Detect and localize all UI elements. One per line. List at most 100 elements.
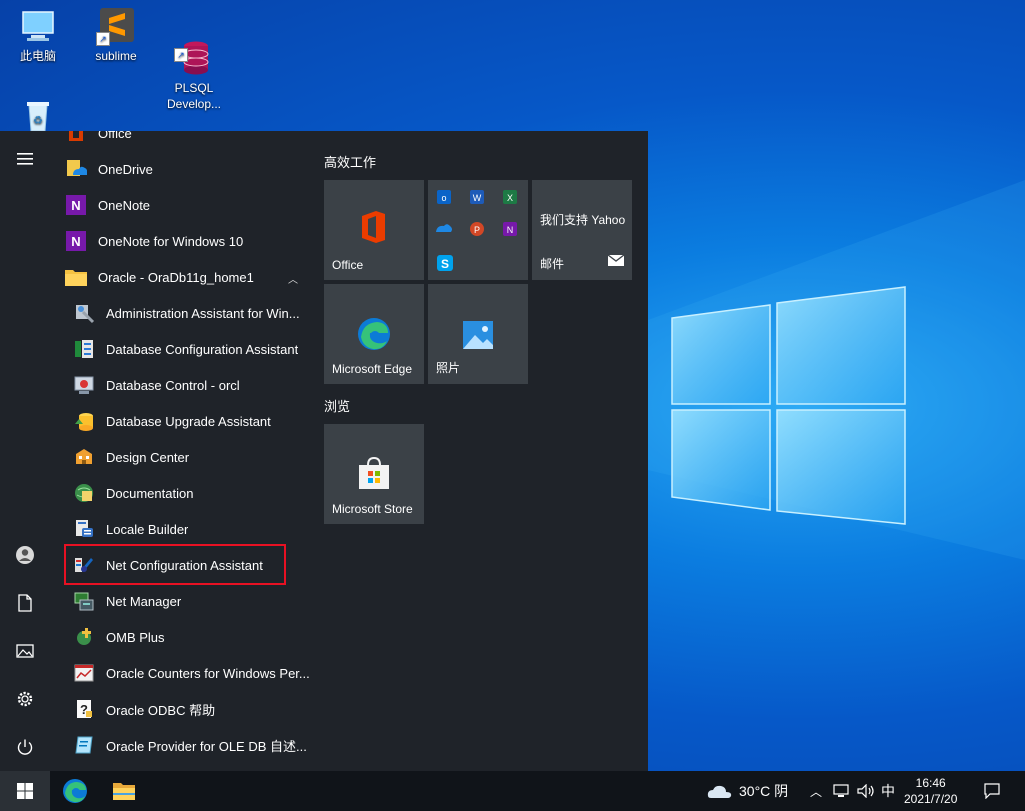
app-db-config[interactable]: Database Configuration Assistant — [50, 331, 310, 367]
app-label: Database Configuration Assistant — [106, 341, 299, 357]
app-label: OMB Plus — [106, 629, 165, 645]
office-icon — [358, 210, 388, 249]
svg-text:P: P — [474, 225, 480, 235]
user-account-icon[interactable] — [13, 543, 37, 567]
app-label: Oracle Counters for Windows Per... — [106, 665, 310, 681]
app-label: Oracle Provider for OLE DB 自述... — [106, 738, 307, 754]
hamburger-menu-icon[interactable] — [13, 147, 37, 171]
edge-icon — [63, 779, 87, 803]
app-label: Locale Builder — [106, 521, 189, 537]
tile-office-apps-group[interactable]: o W X P N S — [428, 180, 528, 280]
app-label: Office — [98, 131, 132, 141]
pictures-icon[interactable] — [13, 639, 37, 663]
net-manager-icon — [72, 589, 96, 613]
clock-date: 2021/7/20 — [904, 792, 958, 806]
svg-text:N: N — [71, 198, 80, 213]
settings-gear-icon[interactable] — [13, 687, 37, 711]
ole-db-icon — [72, 733, 96, 757]
weather-widget[interactable]: 30°C 阴 — [707, 771, 788, 811]
svg-text:o: o — [441, 193, 446, 203]
start-menu: Office OneDrive N OneNote N OneNote for … — [0, 131, 648, 771]
desktop-icon-this-pc[interactable]: 此电脑 — [2, 8, 74, 64]
tile-label: 邮件 — [540, 257, 565, 271]
app-odbc-help[interactable]: ? Oracle ODBC 帮助 — [50, 691, 310, 727]
edge-icon — [357, 317, 391, 356]
app-omb-plus[interactable]: OMB Plus — [50, 619, 310, 655]
app-onenote[interactable]: N OneNote — [50, 187, 310, 223]
app-folder-oracle[interactable]: Oracle - OraDb11g_home1 ︿ — [50, 259, 310, 295]
app-onedrive[interactable]: OneDrive — [50, 151, 310, 187]
show-hidden-icons[interactable]: ︿ — [810, 771, 822, 811]
power-icon[interactable] — [13, 735, 37, 759]
documents-icon[interactable] — [13, 591, 37, 615]
start-button[interactable] — [0, 771, 50, 811]
ime-indicator[interactable]: 中 — [881, 771, 895, 811]
tile-edge[interactable]: Microsoft Edge — [324, 284, 424, 384]
app-label: OneDrive — [98, 161, 153, 177]
counters-icon — [72, 661, 96, 685]
design-center-icon — [72, 445, 96, 469]
desktop-icon-label: PLSQL Develop... — [166, 81, 222, 111]
documentation-icon — [72, 481, 96, 505]
weather-text: 30°C 阴 — [739, 783, 789, 799]
app-office[interactable]: Office — [50, 131, 310, 151]
app-label: Design Center — [106, 449, 190, 465]
cloud-icon — [707, 785, 732, 798]
start-rail — [0, 131, 50, 771]
folder-icon — [113, 783, 135, 800]
clock[interactable]: 16:46 2021/7/20 — [904, 771, 957, 811]
db-control-icon — [72, 373, 96, 397]
svg-text:W: W — [473, 193, 482, 203]
volume-icon[interactable] — [857, 771, 875, 811]
db-upgrade-icon — [72, 409, 96, 433]
app-list: Office OneDrive N OneNote N OneNote for … — [50, 131, 310, 771]
office-icon — [64, 131, 88, 145]
onedrive-icon — [64, 157, 88, 181]
app-net-manager[interactable]: Net Manager — [50, 583, 310, 619]
taskbar-file-explorer[interactable] — [100, 771, 148, 811]
tile-mail[interactable]: 我们支持 Yahoo 邮件 — [532, 180, 632, 280]
app-locale-builder[interactable]: Locale Builder — [50, 511, 310, 547]
tile-label: 照片 — [436, 361, 461, 375]
app-onenote-win10[interactable]: N OneNote for Windows 10 — [50, 223, 310, 259]
onenote-icon: N — [64, 229, 88, 253]
admin-assistant-icon — [72, 301, 96, 325]
section-header-productivity[interactable]: 高效工作 — [324, 152, 376, 171]
app-db-upgrade[interactable]: Database Upgrade Assistant — [50, 403, 310, 439]
desktop-icon-plsql[interactable]: ↗ PLSQL Develop... — [158, 8, 230, 112]
app-documentation[interactable]: Documentation — [50, 475, 310, 511]
svg-text:S: S — [441, 257, 449, 271]
tile-photos[interactable]: 照片 — [428, 284, 528, 384]
shortcut-arrow-icon: ↗ — [96, 32, 110, 46]
onenote-icon: N — [64, 193, 88, 217]
store-bag-icon — [359, 456, 389, 494]
sublime-icon: ↗ — [96, 8, 134, 46]
selection-highlight-box — [64, 544, 286, 585]
app-db-control[interactable]: Database Control - orcl — [50, 367, 310, 403]
section-header-browse[interactable]: 浏览 — [324, 396, 350, 415]
taskbar: 30°C 阴 ︿ 中 16:46 2021/7/20 — [0, 771, 1025, 811]
office-apps-icons: o W X P N S — [436, 190, 517, 271]
app-ole-db[interactable]: Oracle Provider for OLE DB 自述... — [50, 727, 310, 763]
locale-builder-icon — [72, 517, 96, 541]
app-label: Documentation — [106, 485, 194, 501]
tile-store[interactable]: Microsoft Store — [324, 424, 424, 524]
tile-office[interactable]: Office — [324, 180, 424, 280]
action-center-icon[interactable] — [984, 771, 1000, 811]
mail-envelope-icon — [607, 253, 625, 271]
desktop-icon-sublime[interactable]: ↗ sublime — [80, 8, 152, 64]
app-label: Administration Assistant for Win... — [106, 305, 300, 321]
computer-icon — [20, 8, 56, 44]
app-counters[interactable]: Oracle Counters for Windows Per... — [50, 655, 310, 691]
app-label: OneNote for Windows 10 — [98, 233, 244, 249]
network-icon[interactable] — [833, 771, 849, 811]
desktop-icon-label: 此电脑 — [19, 49, 56, 63]
taskbar-edge[interactable] — [50, 771, 100, 811]
clock-time: 16:46 — [915, 776, 946, 790]
chevron-up-icon[interactable]: ︿ — [288, 271, 298, 286]
app-label: Database Control - orcl — [106, 377, 240, 393]
desktop-icon-label: sublime — [95, 49, 137, 63]
tile-label: Microsoft Store — [332, 502, 413, 516]
app-admin-assistant[interactable]: Administration Assistant for Win... — [50, 295, 310, 331]
app-design-center[interactable]: Design Center — [50, 439, 310, 475]
